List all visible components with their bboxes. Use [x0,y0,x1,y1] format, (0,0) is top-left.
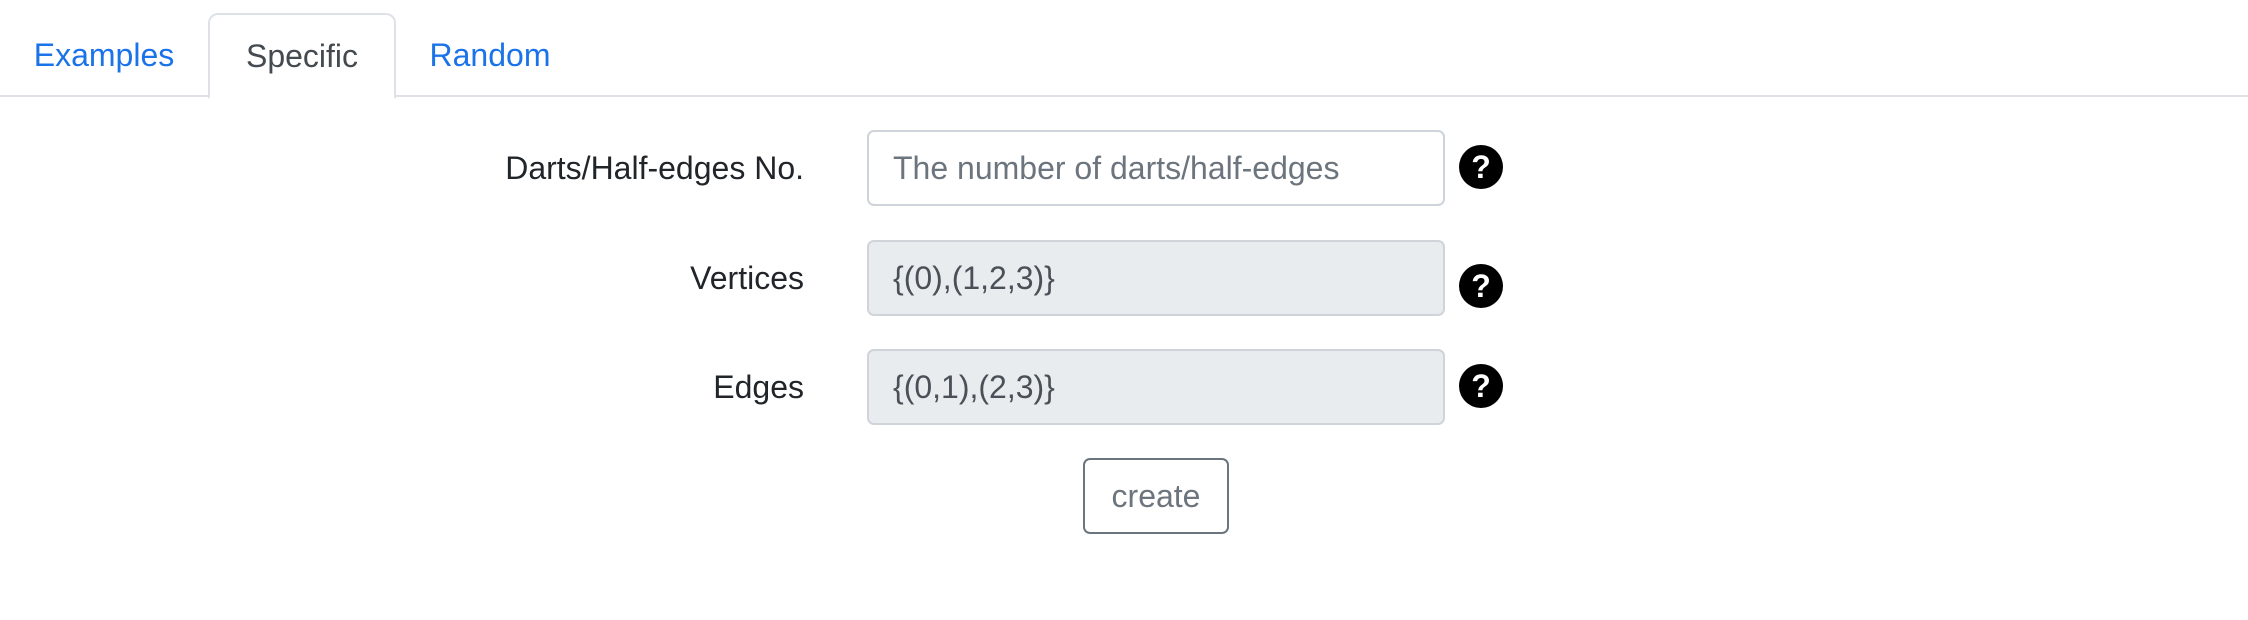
edges-help-icon[interactable]: ? [1459,364,1503,408]
darts-label: Darts/Half-edges No. [505,149,804,186]
darts-help-icon[interactable]: ? [1459,145,1503,189]
edges-label: Edges [713,368,804,405]
tab-specific[interactable]: Specific [208,13,396,99]
vertices-label: Vertices [690,259,804,296]
tab-random[interactable]: Random [396,13,584,97]
vertices-help-icon[interactable]: ? [1459,264,1503,308]
darts-input[interactable] [867,130,1445,206]
edges-input[interactable] [867,349,1445,425]
specific-form-page: Examples Specific Random Darts/Half-edge… [0,0,2248,620]
vertices-input[interactable] [867,240,1445,316]
tab-examples[interactable]: Examples [0,13,208,97]
create-button[interactable]: create [1083,458,1229,534]
tab-bar: Examples Specific Random [0,0,2248,99]
